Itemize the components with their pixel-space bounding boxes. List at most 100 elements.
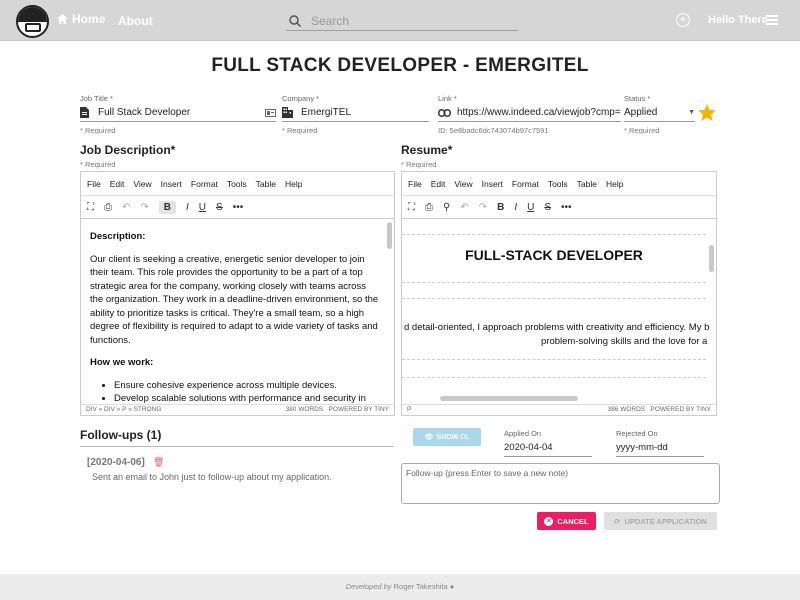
building-icon — [282, 107, 293, 118]
powered-by[interactable]: POWERED BY TINY — [651, 406, 711, 413]
job-description-editor[interactable]: File Edit View Insert Format Tools Table… — [80, 171, 395, 416]
bold-icon[interactable]: B — [158, 200, 177, 214]
menu-icon[interactable] — [766, 15, 778, 25]
cancel-button[interactable]: ✕ CANCEL — [537, 512, 596, 530]
more-icon[interactable]: ••• — [233, 202, 244, 213]
italic-icon[interactable]: I — [514, 202, 517, 213]
nav-about[interactable]: About — [118, 14, 153, 28]
powered-by[interactable]: POWERED BY TINY — [329, 406, 389, 413]
rejected-on-field[interactable]: yyyy-mm-dd — [616, 439, 704, 457]
menu-help[interactable]: Help — [606, 179, 623, 189]
menu-edit[interactable]: Edit — [431, 179, 446, 189]
divider — [80, 446, 394, 447]
word-count: 386 WORDS — [607, 406, 646, 413]
resume-required: * Required — [401, 160, 437, 169]
menu-tools[interactable]: Tools — [548, 179, 568, 189]
strikethrough-icon[interactable]: S — [544, 202, 551, 213]
job-description-content[interactable]: Description: Our client is seeking a cre… — [81, 220, 394, 404]
card-icon[interactable] — [265, 108, 276, 117]
fullscreen-icon[interactable]: ⛶ — [408, 202, 415, 213]
editor-menubar: File Edit View Insert Format Tools Table… — [402, 172, 716, 196]
job-description-required: * Required — [80, 160, 116, 169]
job-title-required: * Required — [80, 126, 116, 135]
developed-by: Developed by — [345, 582, 392, 591]
company-required: * Required — [282, 126, 318, 135]
menu-tools[interactable]: Tools — [227, 179, 247, 189]
horizontal-scrollbar[interactable] — [440, 396, 578, 401]
update-application-button[interactable]: ⟳ UPDATE APPLICATION — [604, 512, 717, 530]
trash-icon[interactable]: 🗑 — [153, 457, 164, 468]
scrollbar[interactable] — [709, 245, 714, 272]
redo-icon[interactable]: ↷ — [479, 202, 487, 213]
search-icon — [289, 14, 301, 27]
nav-home[interactable]: Home — [57, 12, 105, 26]
job-description-title: Job Description* — [80, 143, 176, 157]
link-id: ID: 5e8badc6dc743074b97c7591 — [438, 126, 549, 135]
menu-table[interactable]: Table — [577, 179, 597, 189]
github-icon[interactable]: ● — [450, 582, 455, 591]
undo-icon[interactable]: ↶ — [122, 202, 130, 213]
rejected-on-value: yyyy-mm-dd — [616, 442, 668, 453]
underline-icon[interactable]: U — [527, 202, 534, 213]
editor-toolbar: ⛶ ⎙ ⚲ ↶ ↷ B I U S ••• — [402, 196, 716, 219]
search-input[interactable] — [311, 13, 511, 28]
logo[interactable] — [16, 5, 49, 38]
scrollbar[interactable] — [387, 222, 392, 249]
resume-editor[interactable]: File Edit View Insert Format Tools Table… — [401, 171, 717, 416]
menu-insert[interactable]: Insert — [161, 179, 182, 189]
add-icon[interactable]: + — [676, 13, 690, 27]
company-field[interactable]: EmergiTEL — [282, 104, 429, 122]
user-name[interactable]: Hello There — [708, 14, 768, 26]
applied-on-field[interactable]: 2020-04-04 — [504, 439, 592, 457]
menu-format[interactable]: Format — [512, 179, 539, 189]
link-icon — [438, 108, 451, 117]
menu-view[interactable]: View — [454, 179, 472, 189]
applied-on-label: Applied On — [504, 429, 542, 438]
element-path[interactable]: P — [407, 406, 411, 414]
resume-content[interactable]: FULL-STACK DEVELOPER d detail-oriented, … — [402, 220, 716, 404]
menu-help[interactable]: Help — [285, 179, 302, 189]
status-select[interactable]: Applied ▼ — [624, 104, 695, 122]
link-value: https://www.indeed.ca/viewjob?cmp= — [457, 107, 621, 118]
status-label: Status * — [624, 94, 651, 103]
resume-line: d detail-oriented, I approach problems w… — [404, 322, 710, 333]
bold-icon[interactable]: B — [497, 202, 504, 213]
followup-note-input[interactable]: Follow-up (press Enter to save a new not… — [401, 463, 720, 504]
underline-icon[interactable]: U — [199, 202, 206, 213]
resume-title: Resume* — [401, 143, 453, 157]
link-field[interactable]: https://www.indeed.ca/viewjob?cmp= — [438, 104, 621, 122]
menu-format[interactable]: Format — [191, 179, 218, 189]
job-title-field[interactable]: Full Stack Developer — [80, 104, 276, 122]
page-title: FULL STACK DEVELOPER - EMERGITEL — [211, 55, 589, 76]
print-icon[interactable]: ⎙ — [104, 202, 112, 213]
company-label: Company * — [282, 94, 320, 103]
star-icon[interactable] — [698, 104, 716, 121]
menu-file[interactable]: File — [408, 179, 422, 189]
menu-edit[interactable]: Edit — [110, 179, 125, 189]
menu-file[interactable]: File — [87, 179, 101, 189]
chevron-down-icon: ▼ — [688, 109, 695, 116]
link-label: Link * — [438, 94, 457, 103]
editor-menubar: File Edit View Insert Format Tools Table… — [81, 172, 394, 196]
description-heading: Description: — [90, 231, 146, 242]
resume-line: problem-solving skills and the love for … — [541, 336, 708, 347]
italic-icon[interactable]: I — [186, 202, 189, 213]
undo-icon[interactable]: ↶ — [460, 202, 468, 213]
menu-insert[interactable]: Insert — [482, 179, 503, 189]
element-path[interactable]: DIV » DIV » P » STRONG — [86, 406, 161, 414]
nav-home-label: Home — [72, 12, 106, 26]
stamp-icon[interactable]: ⚲ — [443, 202, 450, 213]
strikethrough-icon[interactable]: S — [216, 202, 223, 213]
fullscreen-icon[interactable]: ⛶ — [87, 202, 94, 213]
cancel-label: CANCEL — [557, 516, 589, 526]
cancel-icon: ✕ — [544, 516, 554, 526]
show-cl-button[interactable]: 👁 SHOW CL — [413, 428, 481, 446]
more-icon[interactable]: ••• — [561, 202, 572, 213]
followup-text: Sent an email to John just to follow-up … — [92, 472, 332, 482]
author-name[interactable]: Roger Takeshita — [394, 582, 448, 591]
redo-icon[interactable]: ↷ — [140, 202, 148, 213]
menu-table[interactable]: Table — [256, 179, 276, 189]
menu-view[interactable]: View — [133, 179, 151, 189]
search-bar — [286, 11, 518, 31]
print-icon[interactable]: ⎙ — [425, 202, 433, 213]
